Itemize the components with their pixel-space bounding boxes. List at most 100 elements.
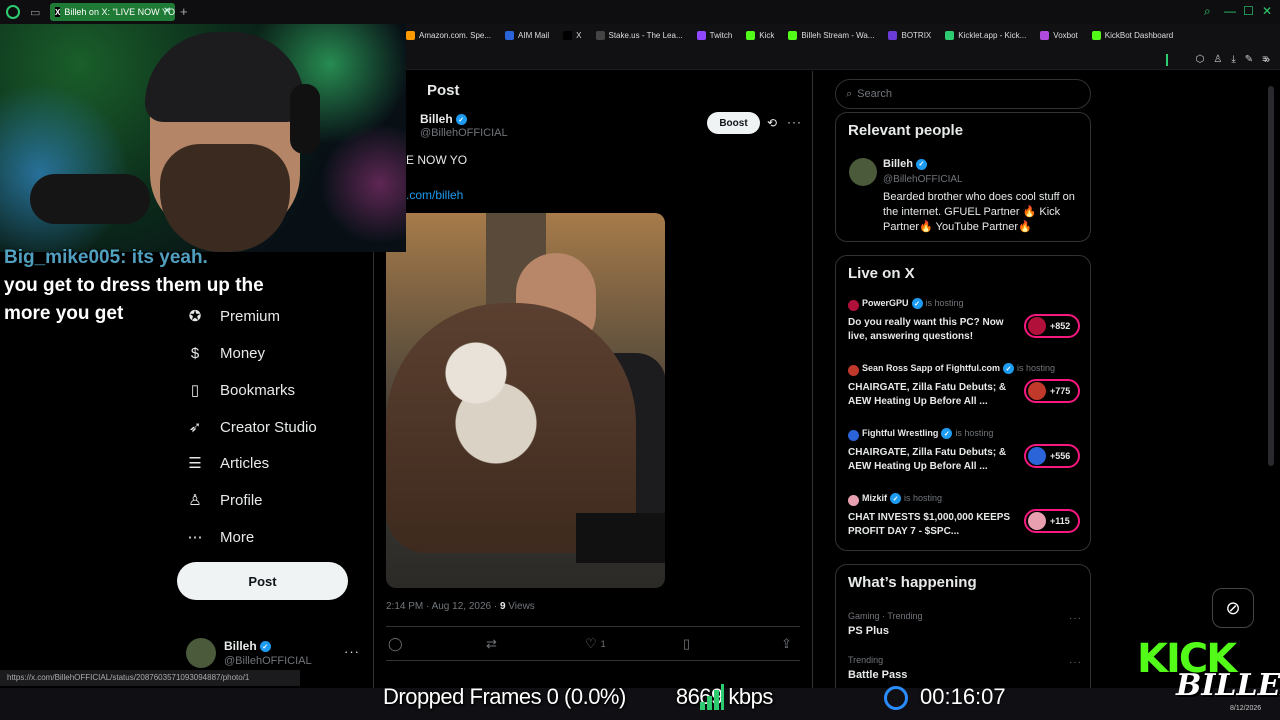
stream-status-icon (884, 686, 908, 710)
avatar (848, 495, 859, 506)
bookmark-item[interactable]: Amazon.com. Spe... (406, 30, 491, 40)
live-item[interactable]: Fightful Wrestling ✓ is hosting CHAIRGATE, … (848, 428, 1082, 476)
post-button[interactable]: Post (177, 562, 348, 600)
nav-item-label: Money (220, 344, 266, 362)
account-icon[interactable]: ♙ (1213, 54, 1222, 65)
bookmark-button[interactable]: ▯ (683, 636, 690, 652)
live-listener-count: +775 (1050, 386, 1071, 396)
bookmark-item[interactable]: Billeh Stream - Wa... (788, 30, 874, 40)
minimize-icon[interactable]: — (1224, 4, 1236, 18)
verified-badge-icon: ✓ (455, 114, 467, 126)
avatar (1028, 382, 1046, 400)
search-input[interactable] (857, 88, 1058, 100)
bookmark-item[interactable]: AIM Mail (505, 30, 550, 40)
cam-microphone (30, 174, 150, 224)
nav-item-label: Creator Studio (220, 418, 317, 436)
page-scrollbar[interactable] (1268, 86, 1274, 466)
chat-message-partial: its yeah. (131, 247, 208, 268)
boost-button[interactable]: Boost (707, 112, 760, 134)
download-icon[interactable]: ⤓ (1231, 54, 1235, 65)
toolbar-divider (1166, 54, 1168, 66)
live-hosting-label: is hosting (1017, 363, 1056, 373)
trend-more-icon[interactable]: ··· (1069, 613, 1082, 624)
relevant-person-name[interactable]: Billeh ✓ (883, 158, 927, 170)
relevant-person-name-text: Billeh (883, 158, 913, 170)
bookmark-item[interactable]: KickBot Dashboard (1091, 30, 1173, 40)
nav-item-more[interactable]: ⋯ More (186, 525, 255, 549)
relevant-person-bio: Bearded brother who does cool stuff on t… (883, 191, 1075, 233)
nav-item-profile[interactable]: ♙ Profile (186, 488, 262, 512)
grok-icon[interactable]: ⟲ (767, 116, 777, 130)
post-timestamp[interactable]: 2:14 PM · Aug 12, 2026 · (386, 601, 500, 612)
account-switcher[interactable]: Billeh ✓ @BillehOFFICIAL ··· (186, 638, 366, 670)
grok-floating-button[interactable]: ⊘ (1212, 588, 1254, 628)
stream-timer: 00:16:07 (920, 684, 1006, 709)
bookmark-item[interactable]: Voxbot (1040, 30, 1078, 40)
bookmark-favicon-icon (888, 30, 898, 40)
opera-logo-icon[interactable] (6, 5, 20, 19)
share-button[interactable]: ⇪ (781, 636, 792, 652)
trend-category: Gaming · Trending (848, 611, 923, 621)
live-item[interactable]: PowerGPU ✓ is hosting Do you really want th… (848, 298, 1082, 346)
nav-item-creator-studio[interactable]: ➶ Creator Studio (186, 415, 317, 439)
live-item[interactable]: Sean Ross Sapp of Fightful.com ✓ is hostin… (848, 363, 1082, 411)
nav-item-money[interactable]: $ Money (186, 341, 265, 365)
nav-item-articles[interactable]: ☰ Articles (186, 451, 269, 475)
close-window-icon[interactable]: ✕ (1262, 4, 1272, 18)
live-listeners-pill[interactable]: +775 (1024, 379, 1080, 403)
nav-item-bookmarks[interactable]: ▯ Bookmarks (186, 378, 295, 402)
author-name-text: Billeh (420, 112, 453, 126)
new-tab-icon[interactable]: + (180, 4, 188, 19)
live-listeners-pill[interactable]: +556 (1024, 444, 1080, 468)
maximize-icon[interactable]: ☐ (1243, 4, 1254, 18)
bookmark-item[interactable]: Kick (746, 30, 774, 40)
bookmark-item[interactable]: Twitch (696, 30, 732, 40)
post-author-handle[interactable]: @BillehOFFICIAL (420, 127, 508, 139)
relevant-person-handle[interactable]: @BillehOFFICIAL (883, 174, 963, 185)
tab-close-icon[interactable]: ✕ (163, 6, 171, 17)
signature-logo: BILLEH (1176, 668, 1280, 703)
post-author-name[interactable]: Billeh ✓ (420, 112, 467, 126)
puzzle-extension-icon[interactable]: ⬡ (1196, 54, 1205, 65)
like-button[interactable]: ♡ 1 (585, 636, 606, 652)
bookmark-item[interactable]: Stake.us - The Lea... (595, 30, 683, 40)
search-icon: ⌕ (846, 87, 853, 100)
live-listeners-pill[interactable]: +852 (1024, 314, 1080, 338)
account-name: Billeh ✓ (224, 639, 271, 653)
live-host: Fightful Wrestling ✓ is hosting (862, 428, 993, 440)
avatar (848, 300, 859, 311)
live-listeners-pill[interactable]: +115 (1024, 509, 1080, 533)
photo-person-shorts (576, 513, 665, 563)
trend-more-icon[interactable]: ··· (1069, 657, 1082, 668)
post-more-icon[interactable]: ··· (787, 115, 802, 129)
bookmark-label: AIM Mail (518, 30, 550, 40)
live-title: CHAIRGATE, Zilla Fatu Debuts; & AEW Heat… (848, 382, 1007, 407)
heart-icon: ♡ (585, 636, 597, 651)
avatar[interactable] (849, 158, 877, 186)
post-photo[interactable] (386, 213, 665, 588)
live-host: Sean Ross Sapp of Fightful.com ✓ is hostin… (862, 363, 1056, 375)
bookmark-label: X (576, 30, 582, 40)
tab-switcher-icon[interactable]: ▭ (30, 6, 40, 19)
account-more-icon[interactable]: ··· (344, 644, 360, 659)
post-link[interactable]: .com/billeh (406, 188, 463, 202)
x-logo-icon: X (55, 7, 61, 17)
bookmark-item[interactable]: BOTRIX (888, 30, 931, 40)
bookmarks-overflow-icon[interactable]: » (1264, 54, 1270, 66)
page-title: Post (427, 82, 460, 99)
bookmark-item[interactable]: X (563, 30, 582, 40)
bookmark-item[interactable]: Kicklet.app - Kick... (945, 30, 1026, 40)
ai-icon[interactable]: ✎ (1245, 54, 1253, 65)
live-item[interactable]: Mizkif ✓ is hosting CHAT INVESTS $1,000,000… (848, 493, 1082, 541)
divider (386, 626, 800, 627)
reply-button[interactable]: ◯ (388, 636, 403, 652)
search-icon[interactable]: ⌕ (1204, 4, 1211, 19)
live-hosting-label: is hosting (925, 298, 964, 308)
bookmark-favicon-icon (788, 30, 798, 40)
search-box[interactable]: ⌕ (835, 79, 1091, 109)
browser-tab-active[interactable]: X Billeh on X: "LIVE NOW YO (50, 3, 175, 21)
live-on-x-title: Live on X (848, 265, 915, 282)
repost-button[interactable]: ⇄ (486, 636, 497, 652)
trend-item[interactable]: Gaming · Trending PS Plus ··· (848, 611, 1082, 647)
bookmark-label: Stake.us - The Lea... (608, 30, 683, 40)
